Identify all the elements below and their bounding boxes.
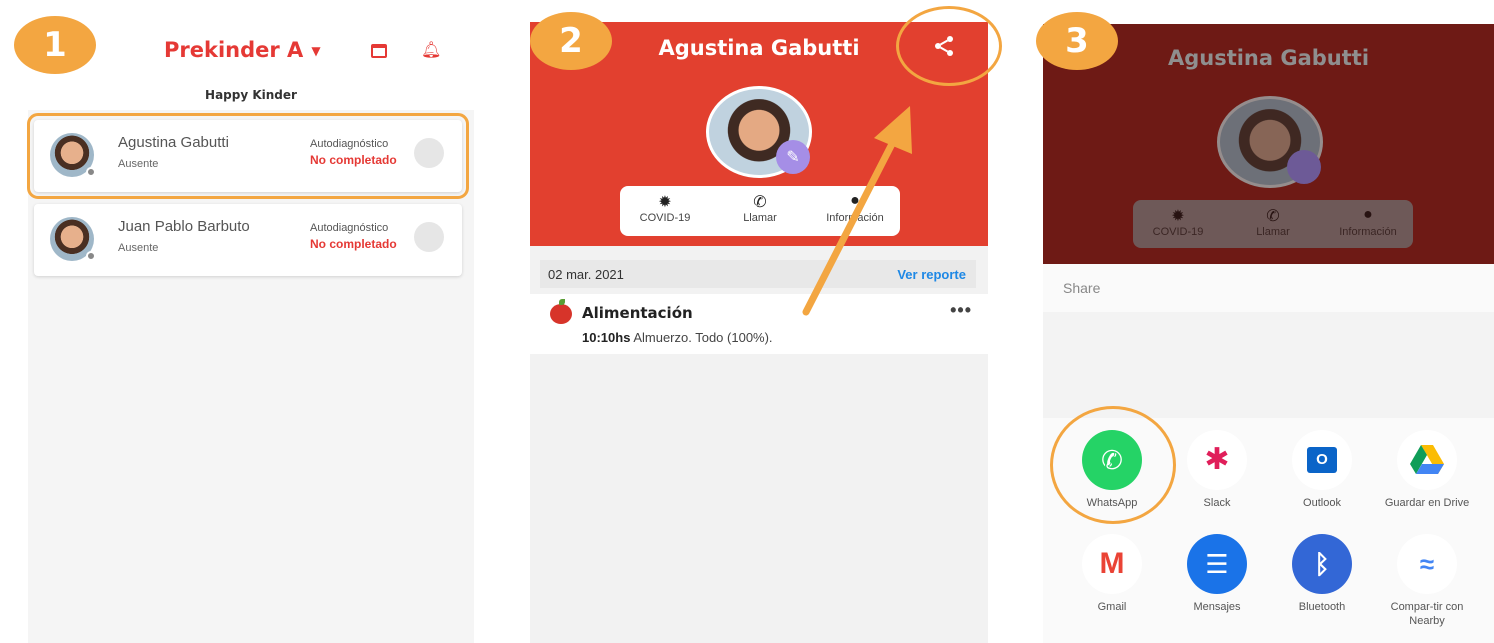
action-label: Información (826, 212, 884, 224)
pencil-icon (1287, 150, 1321, 184)
app-label: Bluetooth (1298, 601, 1346, 613)
self-diagnosis-label: Autodiagnóstico (310, 222, 389, 234)
step-badge-1: 1 (14, 16, 96, 74)
messages-icon: ☰ (1187, 534, 1247, 594)
entry-detail: 10:10hs Almuerzo. Todo (100%). (582, 330, 773, 345)
student-card[interactable]: Agustina Gabutti Ausente Autodiagnóstico… (27, 113, 469, 199)
outlook-icon: O (1292, 430, 1352, 490)
date-header: 02 mar. 2021 Ver reporte (540, 260, 976, 288)
school-name: Happy Kinder (205, 88, 297, 102)
whatsapp-highlight-ring (1050, 406, 1176, 524)
profile-actions: ✹ COVID-19 ✆ Llamar ● Información (1133, 200, 1413, 248)
self-diagnosis-result: No completado (310, 153, 397, 167)
apple-icon (550, 299, 572, 324)
action-label: Llamar (743, 212, 777, 224)
share-sheet: Share ✆ WhatsApp ✱ Slack O Outlook Guard… (1043, 264, 1494, 643)
calendar-icon[interactable] (371, 44, 387, 58)
student-profile-screen: Agustina Gabutti ✎ ✹ COVID-19 ✆ Llamar ●… (530, 6, 1002, 643)
info-icon: ● (850, 192, 860, 209)
pencil-icon[interactable]: ✎ (776, 140, 810, 174)
action-label: Información (1339, 226, 1397, 238)
share-app-nearby[interactable]: ≈ Compar-tir con Nearby (1377, 534, 1477, 628)
action-info[interactable]: ● Información (810, 192, 900, 224)
student-name: Juan Pablo Barbuto (118, 218, 250, 235)
app-label: Outlook (1303, 497, 1341, 509)
view-report-link[interactable]: Ver reporte (897, 267, 966, 282)
step-badge-3: 3 (1036, 12, 1118, 70)
app-label: Slack (1203, 497, 1231, 509)
more-options-icon[interactable]: ••• (950, 300, 972, 321)
feeding-entry[interactable]: Alimentación ••• 10:10hs Almuerzo. Todo … (530, 294, 988, 354)
class-title: Prekinder A (164, 38, 304, 62)
avatar (50, 133, 96, 177)
share-app-drive[interactable]: Guardar en Drive (1377, 430, 1477, 510)
app-label: Mensajes (1193, 601, 1241, 613)
share-highlight-ring (896, 6, 1002, 86)
avatar (50, 217, 96, 261)
nearby-icon: ≈ (1397, 534, 1457, 594)
share-app-gmail[interactable]: M Gmail (1062, 534, 1162, 614)
share-app-whatsapp[interactable]: ✆ WhatsApp (1050, 406, 1176, 524)
action-label: Llamar (1256, 226, 1290, 238)
share-title: Share (1063, 280, 1101, 296)
phone-icon: ✆ (1266, 208, 1280, 225)
entry-time: 10:10hs (582, 330, 631, 345)
student-card[interactable]: Juan Pablo Barbuto Ausente Autodiagnósti… (34, 204, 462, 276)
share-app-messages[interactable]: ☰ Mensajes (1167, 534, 1267, 614)
action-info: ● Información (1323, 206, 1413, 238)
share-app-slack[interactable]: ✱ Slack (1167, 430, 1267, 510)
virus-icon: ✹ (1171, 208, 1185, 225)
caret-down-icon: ▼ (311, 44, 321, 58)
class-list-screen: Prekinder A ▼ 🔔︎ Happy Kinder Agustina G… (27, 28, 474, 643)
share-app-bluetooth[interactable]: ᛒ Bluetooth (1272, 534, 1372, 614)
action-covid[interactable]: ✹ COVID-19 (620, 192, 710, 224)
virus-icon (414, 138, 444, 168)
info-icon: ● (1363, 206, 1373, 223)
student-status: Ausente (118, 158, 159, 170)
app-label: Gmail (1097, 601, 1127, 613)
profile-actions: ✹ COVID-19 ✆ Llamar ● Información (620, 186, 900, 236)
student-status: Ausente (118, 242, 159, 254)
share-app-outlook[interactable]: O Outlook (1272, 430, 1372, 510)
action-call: ✆ Llamar (1228, 206, 1318, 238)
bell-icon[interactable]: 🔔︎ (421, 40, 441, 60)
app-label: Guardar en Drive (1384, 497, 1470, 509)
action-label: COVID-19 (1152, 226, 1204, 238)
presence-dot (86, 167, 96, 177)
entry-title: Alimentación (582, 304, 693, 322)
entry-date: 02 mar. 2021 (548, 267, 624, 282)
phone-icon: ✆ (753, 194, 767, 211)
action-label: COVID-19 (639, 212, 691, 224)
student-name: Agustina Gabutti (118, 134, 229, 151)
entry-text: Almuerzo. Todo (100%). (633, 330, 773, 345)
step-badge-2: 2 (530, 12, 612, 70)
action-covid: ✹ COVID-19 (1133, 206, 1223, 238)
gmail-icon: M (1082, 534, 1142, 594)
virus-icon: ✹ (658, 194, 672, 211)
share-targets-area (1043, 312, 1494, 418)
app-label: Compar-tir con Nearby (1390, 601, 1464, 627)
slack-icon: ✱ (1187, 430, 1247, 490)
bluetooth-icon: ᛒ (1292, 534, 1352, 594)
virus-icon (414, 222, 444, 252)
action-call[interactable]: ✆ Llamar (715, 192, 805, 224)
drive-icon (1397, 430, 1457, 490)
self-diagnosis-label: Autodiagnóstico (310, 138, 389, 150)
share-sheet-screen: Agustina Gabutti ✹ COVID-19 ✆ Llamar ● I… (1043, 24, 1494, 643)
self-diagnosis-result: No completado (310, 237, 397, 251)
dimmed-profile-header: Agustina Gabutti ✹ COVID-19 ✆ Llamar ● I… (1043, 24, 1494, 264)
class-selector[interactable]: Prekinder A ▼ (164, 38, 321, 62)
presence-dot (86, 251, 96, 261)
